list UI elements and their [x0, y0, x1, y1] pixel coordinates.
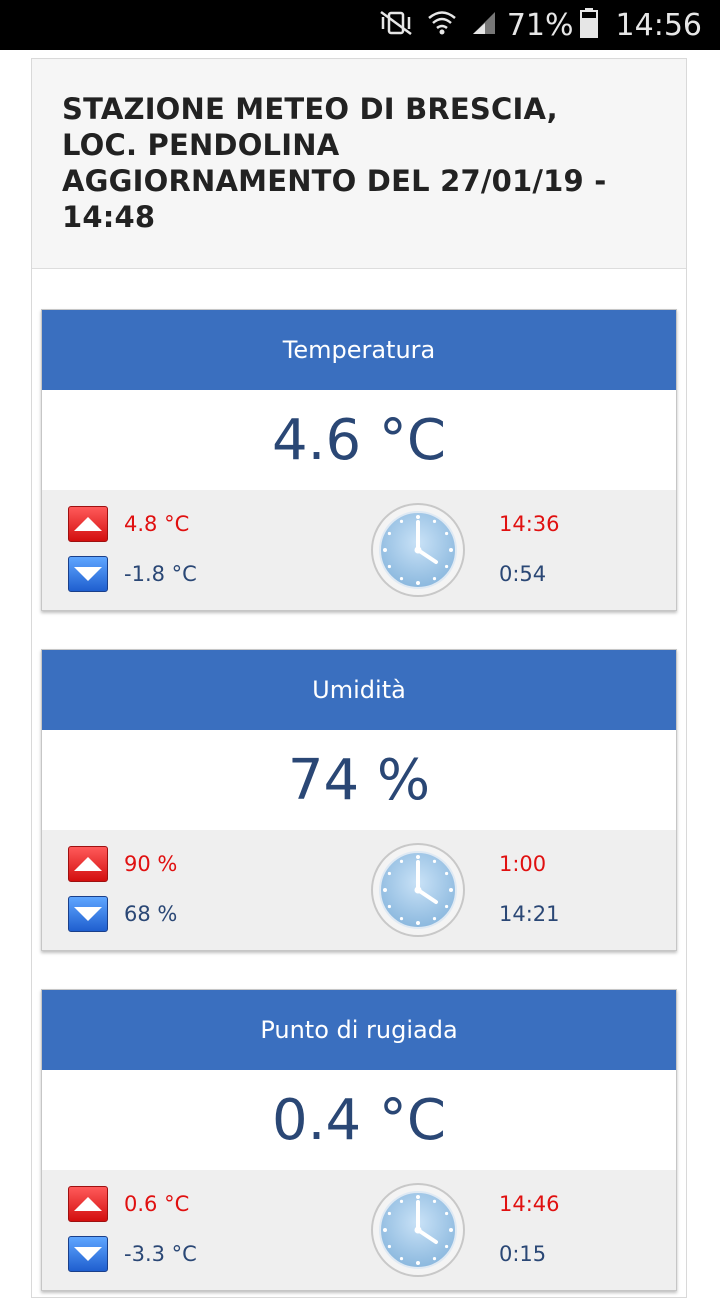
panel-title: Umidità — [42, 650, 676, 730]
min-value: 68 % — [124, 902, 178, 926]
min-time: 14:21 — [499, 902, 560, 926]
arrow-up-icon — [68, 506, 108, 542]
max-value: 4.8 °C — [124, 512, 190, 536]
wifi-icon — [427, 9, 457, 42]
battery-icon — [579, 7, 598, 43]
status-time: 14:56 — [615, 7, 702, 43]
max-row: 4.8 °C — [68, 506, 189, 542]
min-time: 0:15 — [499, 1242, 547, 1266]
max-time: 14:46 — [499, 1192, 560, 1216]
min-time: 0:54 — [499, 562, 547, 586]
panel-title: Punto di rugiada — [42, 990, 676, 1070]
arrow-down-icon — [68, 1236, 108, 1272]
arrow-up-icon — [68, 1186, 108, 1222]
title-line: LOC. PENDOLINA — [62, 128, 340, 162]
panel-footer: 90 % 68 % 1:00 14:21 — [42, 830, 676, 950]
min-row: -3.3 °C — [68, 1236, 197, 1272]
max-row: 90 % — [68, 846, 177, 882]
title-line: STAZIONE METEO DI BRESCIA, — [62, 92, 558, 126]
temperature-panel: Temperatura 4.6 °C 4.8 °C -1.8 °C 14:36 … — [41, 309, 677, 611]
clock-icon — [370, 842, 466, 938]
arrow-down-icon — [68, 556, 108, 592]
vibrate-icon — [379, 10, 413, 41]
dew-point-panel: Punto di rugiada 0.4 °C 0.6 °C -3.3 °C 1… — [41, 989, 677, 1291]
title-line: 14:48 — [62, 200, 156, 234]
panel-title: Temperatura — [42, 310, 676, 390]
max-value: 90 % — [124, 852, 178, 876]
station-header: STAZIONE METEO DI BRESCIA, LOC. PENDOLIN… — [32, 59, 686, 269]
clock-icon — [370, 1182, 466, 1278]
max-time: 1:00 — [499, 852, 547, 876]
min-value: -1.8 °C — [124, 562, 197, 586]
humidity-panel: Umidità 74 % 90 % 68 % 1:00 14:21 — [41, 649, 677, 951]
arrow-down-icon — [68, 896, 108, 932]
min-value: -3.3 °C — [124, 1242, 197, 1266]
battery-percent: 71% — [506, 7, 574, 43]
arrow-up-icon — [68, 846, 108, 882]
current-value: 74 % — [287, 747, 431, 813]
max-row: 0.6 °C — [68, 1186, 189, 1222]
max-time: 14:36 — [499, 512, 560, 536]
panel-footer: 4.8 °C -1.8 °C 14:36 0:54 — [42, 490, 676, 610]
panel-footer: 0.6 °C -3.3 °C 14:46 0:15 — [42, 1170, 676, 1290]
title-line: AGGIORNAMENTO DEL 27/01/19 - — [62, 164, 607, 198]
current-value: 4.6 °C — [272, 407, 446, 473]
max-value: 0.6 °C — [124, 1192, 190, 1216]
current-value: 0.4 °C — [272, 1087, 446, 1153]
signal-icon — [471, 10, 497, 41]
weather-station-card: STAZIONE METEO DI BRESCIA, LOC. PENDOLIN… — [31, 58, 687, 1298]
min-row: 68 % — [68, 896, 177, 932]
status-bar: 71% 14:56 — [0, 0, 720, 50]
page-title: STAZIONE METEO DI BRESCIA, LOC. PENDOLIN… — [62, 91, 656, 235]
clock-icon — [370, 502, 466, 598]
min-row: -1.8 °C — [68, 556, 197, 592]
